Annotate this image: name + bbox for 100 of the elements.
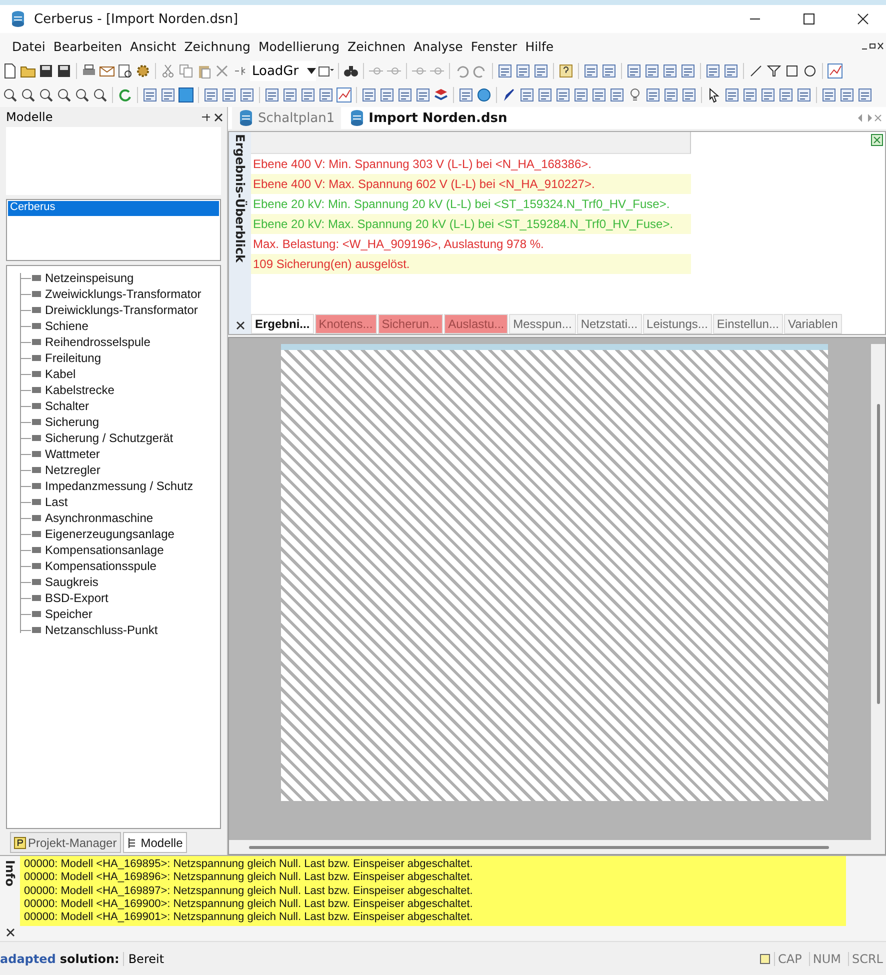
result-tab[interactable]: Variablen xyxy=(784,314,842,334)
result-tab[interactable]: Netzstati... xyxy=(576,314,642,334)
help-icon[interactable] xyxy=(558,63,574,79)
grid-icon[interactable] xyxy=(645,87,661,103)
grid-icon[interactable] xyxy=(583,63,599,79)
grid-icon[interactable] xyxy=(857,87,873,103)
menu-item[interactable]: Analyse xyxy=(410,38,467,54)
grid-icon[interactable] xyxy=(142,87,158,103)
menu-item[interactable]: Hilfe xyxy=(521,38,558,54)
menu-item[interactable]: Fenster xyxy=(466,38,522,54)
zoom-icon[interactable] xyxy=(2,87,18,103)
grid-icon[interactable] xyxy=(663,87,679,103)
tree-item[interactable]: BSD-Export xyxy=(45,591,108,605)
grid-icon[interactable] xyxy=(160,87,176,103)
child-window-controls-icon[interactable] xyxy=(862,42,884,50)
tree-item[interactable]: Kabelstrecke xyxy=(45,383,114,397)
grid-icon[interactable] xyxy=(839,87,855,103)
grid-icon[interactable] xyxy=(723,63,739,79)
grid-icon[interactable] xyxy=(397,87,413,103)
menu-item[interactable]: Ansicht xyxy=(126,38,180,54)
load-profile-combo[interactable]: LoadGr xyxy=(250,61,316,81)
tree-item[interactable]: Kompensationsanlage xyxy=(45,543,164,557)
grid-icon[interactable] xyxy=(644,63,660,79)
tree-item[interactable]: Zweiwicklungs-Transformator xyxy=(45,287,202,301)
panel-tab[interactable]: Projekt-Manager xyxy=(10,832,121,853)
menu-item[interactable]: Zeichnung xyxy=(180,38,254,54)
grid-icon[interactable] xyxy=(626,63,642,79)
grid-icon[interactable] xyxy=(203,87,219,103)
grid-icon[interactable] xyxy=(796,87,812,103)
tree-item[interactable]: Impedanzmessung / Schutz xyxy=(45,479,194,493)
zoom-icon[interactable] xyxy=(56,87,72,103)
panel-icon[interactable] xyxy=(178,87,194,103)
tree-item[interactable]: Freileitung xyxy=(45,351,102,365)
tree-item[interactable]: Speicher xyxy=(45,607,92,621)
grid-icon[interactable] xyxy=(497,63,513,79)
grid-icon[interactable] xyxy=(264,87,280,103)
pen-icon[interactable] xyxy=(501,87,517,103)
new-document-icon[interactable] xyxy=(2,63,18,79)
grid-icon[interactable] xyxy=(282,87,298,103)
export-icon[interactable] xyxy=(871,134,883,146)
tab-scroll-icon[interactable] xyxy=(858,114,882,122)
close-icon[interactable] xyxy=(236,321,244,330)
clipboard-icon[interactable] xyxy=(196,63,212,79)
zoom-icon[interactable] xyxy=(20,87,36,103)
result-tab[interactable]: Einstellun... xyxy=(712,314,783,334)
grid-icon[interactable] xyxy=(415,87,431,103)
menu-item[interactable]: Modellierung xyxy=(254,38,344,54)
grid-icon[interactable] xyxy=(742,87,758,103)
grid-icon[interactable] xyxy=(537,87,553,103)
square-icon[interactable] xyxy=(784,63,800,79)
tree-item[interactable]: Netzanschluss-Punkt xyxy=(45,623,158,637)
grid-icon[interactable] xyxy=(760,87,776,103)
zoom-icon[interactable] xyxy=(74,87,90,103)
tree-item[interactable]: Kompensationsspule xyxy=(45,559,156,573)
grid-icon[interactable] xyxy=(681,87,697,103)
pin-icon[interactable] xyxy=(201,112,210,122)
grid-icon[interactable] xyxy=(778,87,794,103)
line-icon[interactable] xyxy=(748,63,764,79)
tree-item[interactable]: Wattmeter xyxy=(45,447,100,461)
disks-icon[interactable] xyxy=(56,63,72,79)
binoculars-icon[interactable] xyxy=(343,63,359,79)
grid-icon[interactable] xyxy=(361,87,377,103)
grid-icon[interactable] xyxy=(300,87,316,103)
tree-item[interactable]: Sicherung / Schutzgerät xyxy=(45,431,174,445)
grid-icon[interactable] xyxy=(533,63,549,79)
shape-icon[interactable] xyxy=(766,63,782,79)
result-tab[interactable]: Leistungs... xyxy=(642,314,712,334)
scissors-icon[interactable] xyxy=(160,63,176,79)
tree-item[interactable]: Eigenerzeugungsanlage xyxy=(45,527,174,541)
grid-icon[interactable] xyxy=(318,87,334,103)
tree-item[interactable]: Dreiwicklungs-Transformator xyxy=(45,303,198,317)
globe-icon[interactable] xyxy=(476,87,492,103)
tree-item[interactable]: Saugkreis xyxy=(45,575,98,589)
grid-icon[interactable] xyxy=(821,87,837,103)
grid-icon[interactable] xyxy=(515,63,531,79)
tree-item[interactable]: Last xyxy=(45,495,68,509)
page-preview-icon[interactable] xyxy=(117,63,133,79)
grid-icon[interactable] xyxy=(379,87,395,103)
gear-icon[interactable] xyxy=(135,63,151,79)
menu-item[interactable]: Datei xyxy=(8,38,50,54)
tree-item[interactable]: Schalter xyxy=(45,399,90,413)
tree-item[interactable]: Kabel xyxy=(45,367,76,381)
zoom-icon[interactable] xyxy=(92,87,108,103)
vertical-scrollbar[interactable] xyxy=(871,344,885,840)
save-icon[interactable] xyxy=(38,63,54,79)
grid-icon[interactable] xyxy=(221,87,237,103)
circle-icon[interactable] xyxy=(802,63,818,79)
grid-icon[interactable] xyxy=(601,63,617,79)
grid-icon[interactable] xyxy=(573,87,589,103)
list-item[interactable]: Cerberus xyxy=(8,201,219,216)
horizontal-scrollbar[interactable] xyxy=(229,840,885,854)
grid-icon[interactable] xyxy=(662,63,678,79)
grid-icon[interactable] xyxy=(724,87,740,103)
grid-icon[interactable] xyxy=(555,87,571,103)
grid-icon[interactable] xyxy=(705,63,721,79)
grid-icon[interactable] xyxy=(591,87,607,103)
zoom-icon[interactable] xyxy=(38,87,54,103)
layers-icon[interactable] xyxy=(433,87,449,103)
close-icon[interactable] xyxy=(214,112,223,122)
close-icon[interactable] xyxy=(6,928,14,937)
